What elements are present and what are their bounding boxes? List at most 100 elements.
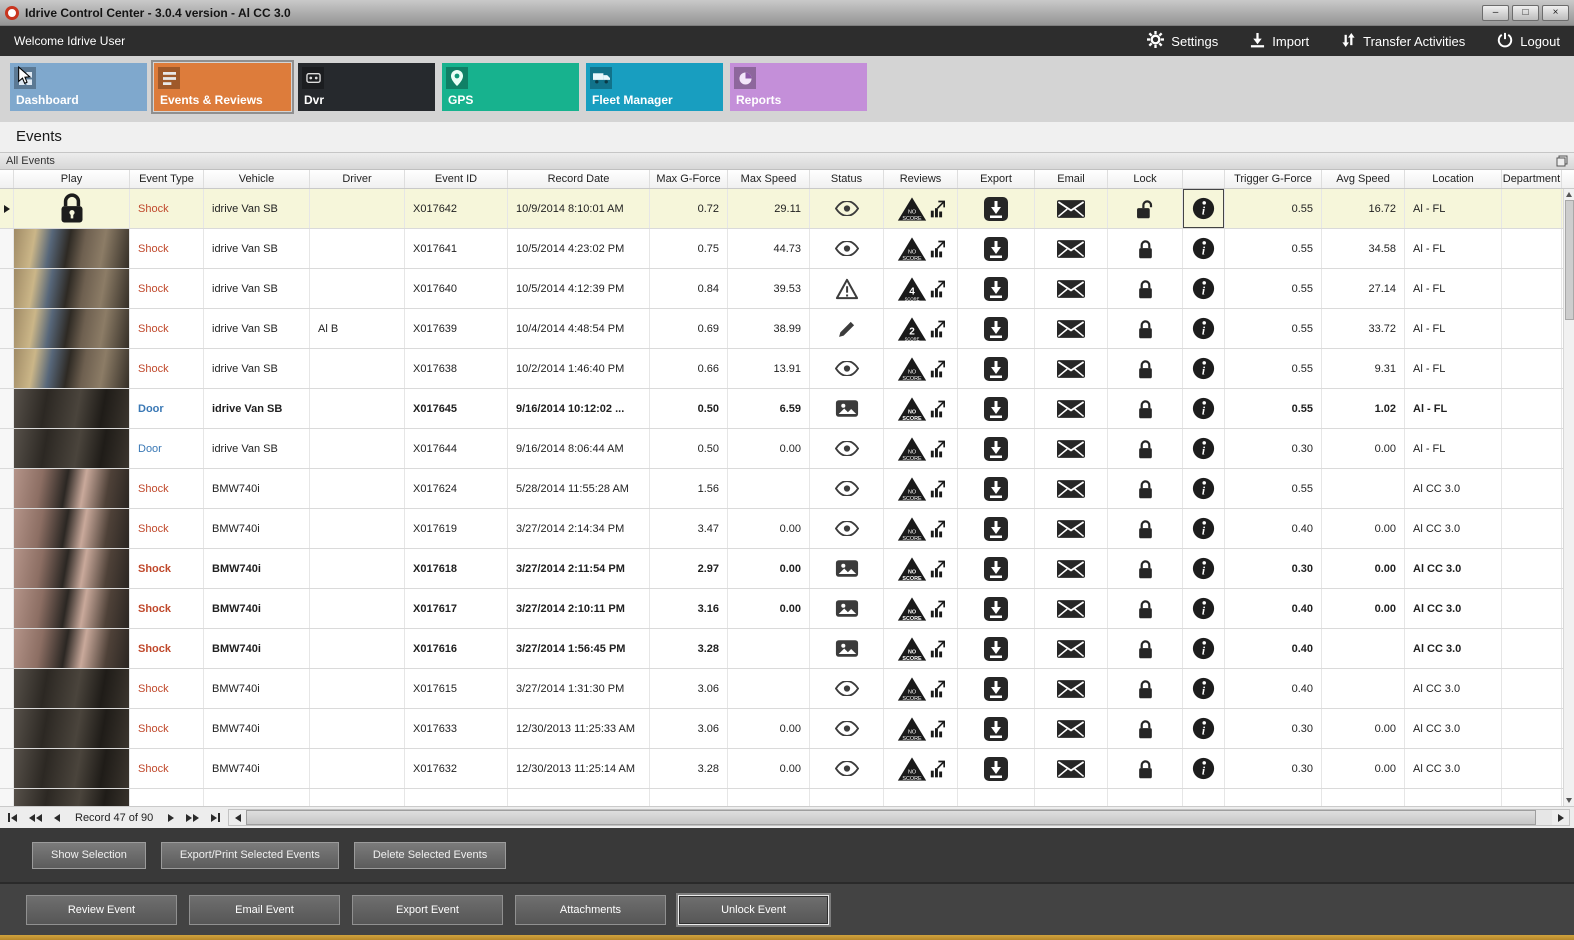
transfer-activities-button[interactable]: Transfer Activities: [1341, 31, 1465, 51]
nav-tile-gps[interactable]: GPS: [442, 63, 579, 111]
column-header-trigger-g-force[interactable]: Trigger G-Force: [1225, 170, 1322, 188]
event-play-cell[interactable]: [14, 309, 130, 348]
email-cell[interactable]: [1035, 629, 1108, 668]
status-cell[interactable]: [810, 189, 884, 228]
reviews-cell[interactable]: NO SCORE: [884, 229, 958, 268]
email-cell[interactable]: [1035, 189, 1108, 228]
status-cell[interactable]: [810, 549, 884, 588]
nav-tile-dvr[interactable]: Dvr: [298, 63, 435, 111]
horizontal-scroll-thumb[interactable]: [246, 810, 1536, 825]
table-row[interactable]: Shock idrive Van SB X017640 10/5/2014 4:12:…: [0, 269, 1574, 309]
export-cell[interactable]: [958, 229, 1035, 268]
lock-cell[interactable]: [1108, 549, 1183, 588]
export-cell[interactable]: [958, 269, 1035, 308]
prev-record-button[interactable]: [49, 811, 65, 825]
column-header-record-date[interactable]: Record Date: [508, 170, 650, 188]
reviews-cell[interactable]: [884, 789, 958, 806]
reviews-cell[interactable]: NO SCORE: [884, 669, 958, 708]
info-cell[interactable]: i: [1183, 589, 1225, 628]
close-button[interactable]: ×: [1542, 4, 1569, 21]
info-cell[interactable]: i: [1183, 469, 1225, 508]
email-cell[interactable]: [1035, 509, 1108, 548]
reviews-cell[interactable]: NO SCORE: [884, 749, 958, 788]
email-cell[interactable]: [1035, 269, 1108, 308]
event-play-cell[interactable]: [14, 469, 130, 508]
column-header-reviews[interactable]: Reviews: [884, 170, 958, 188]
status-cell[interactable]: [810, 429, 884, 468]
status-cell[interactable]: [810, 469, 884, 508]
reviews-cell[interactable]: 2 SCORE: [884, 309, 958, 348]
column-header-driver[interactable]: Driver: [310, 170, 405, 188]
export-cell[interactable]: [958, 629, 1035, 668]
reviews-cell[interactable]: NO SCORE: [884, 469, 958, 508]
maximize-button[interactable]: □: [1512, 4, 1539, 21]
info-cell[interactable]: i: [1183, 429, 1225, 468]
all-events-panel-header[interactable]: All Events: [0, 152, 1574, 170]
nav-tile-reports[interactable]: Reports: [730, 63, 867, 111]
event-play-cell[interactable]: [14, 389, 130, 428]
info-cell[interactable]: i: [1183, 349, 1225, 388]
table-row[interactable]: Shock BMW740i X017617 3/27/2014 2:10:11 PM 3…: [0, 589, 1574, 629]
export-cell[interactable]: [958, 189, 1035, 228]
event-play-cell[interactable]: [14, 269, 130, 308]
table-row[interactable]: Door idrive Van SB X017644 9/16/2014 8:06:4…: [0, 429, 1574, 469]
column-header-department[interactable]: Department: [1502, 170, 1562, 188]
event-play-cell[interactable]: [14, 669, 130, 708]
column-header-export[interactable]: Export: [958, 170, 1035, 188]
reviews-cell[interactable]: NO SCORE: [884, 589, 958, 628]
prev-page-button[interactable]: [24, 811, 47, 825]
email-cell[interactable]: [1035, 669, 1108, 708]
event-play-cell[interactable]: [14, 509, 130, 548]
column-header-status[interactable]: Status: [810, 170, 884, 188]
lock-cell[interactable]: [1108, 669, 1183, 708]
column-header-lock[interactable]: Lock: [1108, 170, 1183, 188]
column-header-max-speed[interactable]: Max Speed: [728, 170, 810, 188]
column-header-avg-speed[interactable]: Avg Speed: [1322, 170, 1405, 188]
event-play-cell[interactable]: [14, 349, 130, 388]
horizontal-scrollbar[interactable]: [228, 809, 1570, 826]
column-header-vehicle[interactable]: Vehicle: [204, 170, 310, 188]
table-row[interactable]: Shock BMW740i X017624 5/28/2014 11:55:28 AM…: [0, 469, 1574, 509]
attachments-button[interactable]: Attachments: [515, 894, 666, 925]
column-header-blank-0[interactable]: [0, 170, 14, 188]
column-header-blank-14[interactable]: [1183, 170, 1225, 188]
email-cell[interactable]: [1035, 549, 1108, 588]
info-cell[interactable]: i: [1183, 269, 1225, 308]
export-cell[interactable]: [958, 549, 1035, 588]
info-cell[interactable]: i: [1183, 189, 1225, 228]
table-row[interactable]: Shock idrive Van SB Al B X017639 10/4/2014 4…: [0, 309, 1574, 349]
event-play-cell[interactable]: [14, 429, 130, 468]
show-selection-button[interactable]: Show Selection: [32, 841, 146, 869]
reviews-cell[interactable]: NO SCORE: [884, 429, 958, 468]
info-cell[interactable]: i: [1183, 389, 1225, 428]
status-cell[interactable]: [810, 229, 884, 268]
table-row[interactable]: Shock BMW740i X017619 3/27/2014 2:14:34 PM 3…: [0, 509, 1574, 549]
lock-cell[interactable]: [1108, 709, 1183, 748]
export-cell[interactable]: [958, 709, 1035, 748]
logout-button[interactable]: Logout: [1497, 31, 1560, 51]
unlock-event-button[interactable]: Unlock Event: [678, 894, 829, 925]
email-cell[interactable]: [1035, 389, 1108, 428]
status-cell[interactable]: [810, 389, 884, 428]
export-cell[interactable]: [958, 509, 1035, 548]
export-event-button[interactable]: Export Event: [352, 894, 503, 925]
reviews-cell[interactable]: NO SCORE: [884, 709, 958, 748]
email-cell[interactable]: [1035, 309, 1108, 348]
scroll-right-icon[interactable]: [1552, 810, 1569, 825]
column-header-email[interactable]: Email: [1035, 170, 1108, 188]
review-event-button[interactable]: Review Event: [26, 894, 177, 925]
table-row[interactable]: Door idrive Van SB X017645 9/16/2014 10:12:…: [0, 389, 1574, 429]
status-cell[interactable]: [810, 709, 884, 748]
settings-button[interactable]: Settings: [1147, 31, 1218, 51]
column-header-location[interactable]: Location: [1405, 170, 1502, 188]
lock-cell[interactable]: [1108, 229, 1183, 268]
reviews-cell[interactable]: NO SCORE: [884, 549, 958, 588]
info-cell[interactable]: i: [1183, 749, 1225, 788]
event-play-cell[interactable]: [14, 749, 130, 788]
delete-selected-events-button[interactable]: Delete Selected Events: [353, 841, 507, 869]
info-cell[interactable]: i: [1183, 309, 1225, 348]
status-cell[interactable]: [810, 309, 884, 348]
info-cell[interactable]: i: [1183, 709, 1225, 748]
nav-tile-fleet[interactable]: Fleet Manager: [586, 63, 723, 111]
next-record-button[interactable]: [163, 811, 179, 825]
